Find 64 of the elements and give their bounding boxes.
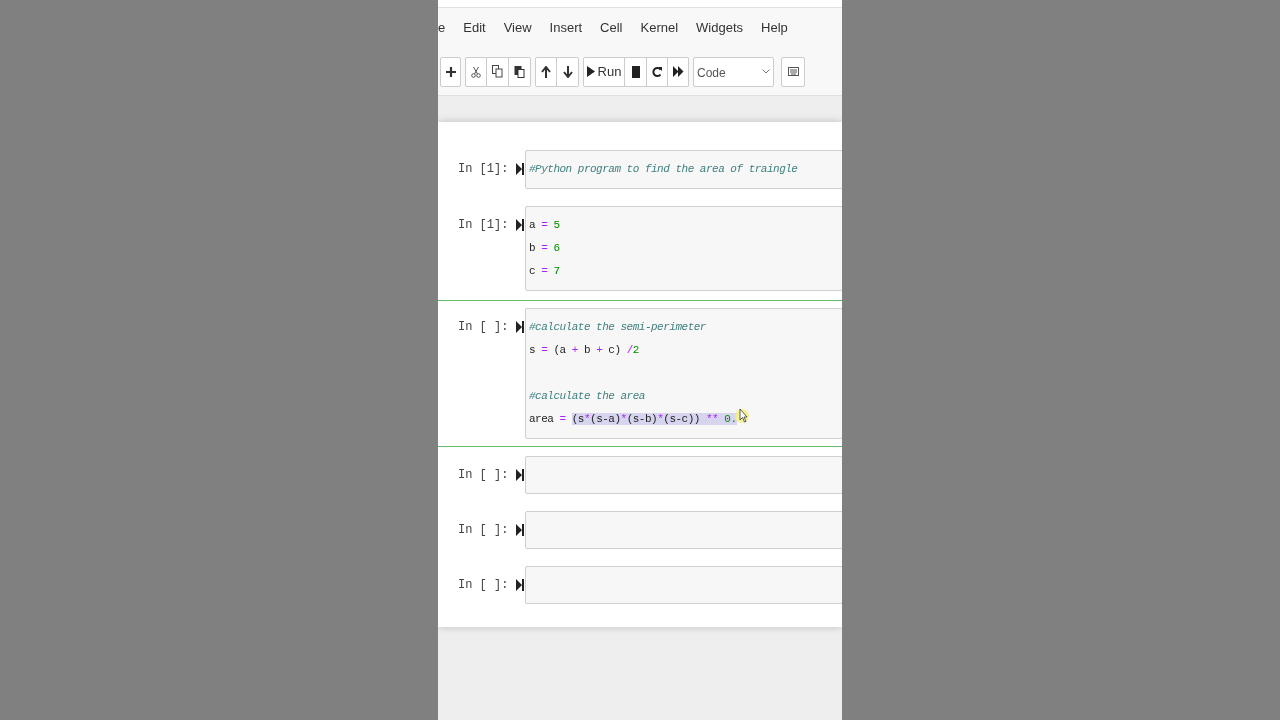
code-input[interactable]: [525, 456, 842, 494]
mouse-pointer-icon: [734, 406, 751, 425]
restart-button[interactable]: [647, 56, 668, 87]
paste-button[interactable]: [509, 56, 531, 87]
code-input[interactable]: [525, 511, 842, 549]
run-cell-icon[interactable]: [516, 321, 524, 333]
notebook-cell[interactable]: In [1]: #Python program to find the area of traingle: [438, 142, 842, 197]
code-line: c = 7: [529, 264, 560, 279]
input-prompt: In [1]:: [457, 217, 510, 234]
code-input[interactable]: [525, 566, 842, 604]
code-line: a = 5: [529, 218, 560, 233]
stop-icon: [631, 65, 640, 78]
run-cell-icon[interactable]: [516, 579, 524, 591]
insert-cell-button[interactable]: [440, 56, 461, 87]
input-prompt: In [ ]:: [457, 522, 510, 539]
run-cell-icon[interactable]: [516, 469, 524, 481]
notebook-cell[interactable]: In [ ]:: [438, 503, 842, 557]
cut-button[interactable]: [465, 56, 487, 87]
code-input[interactable]: #Python program to find the area of traingle: [525, 150, 842, 189]
fast-forward-icon: [672, 66, 684, 77]
fast-forward-button[interactable]: [668, 56, 689, 87]
paste-icon: [514, 65, 525, 78]
restart-icon: [652, 65, 662, 78]
arrow-down-icon: [562, 65, 573, 78]
input-prompt: In [ ]:: [457, 319, 510, 336]
run-button[interactable]: Run: [583, 56, 625, 87]
notebook-cell[interactable]: In [ ]:: [438, 448, 842, 502]
code-line: #calculate the semi-perimeter: [529, 320, 706, 335]
arrow-up-icon: [541, 65, 551, 78]
code-line: #Python program to find the area of traingle: [529, 162, 798, 177]
menu-item[interactable]: Widgets: [696, 18, 744, 38]
input-prompt: In [1]:: [457, 161, 510, 178]
notebook-cell[interactable]: In [ ]:: [438, 558, 842, 612]
menu-item[interactable]: e: [438, 18, 446, 38]
chevron-down-icon: [762, 69, 770, 74]
scissors-icon: [471, 65, 481, 78]
play-icon: [586, 66, 595, 77]
notebook-cell[interactable]: In [ ]: #calculate the semi-perimeter s = (a + b + c) /2 #calculate the area area = (s*(s-a)*(s-b)*(s-c)) ** 0.: [438, 300, 842, 447]
menu-item[interactable]: Kernel: [640, 18, 679, 38]
run-cell-icon[interactable]: [516, 219, 524, 231]
run-cell-icon[interactable]: [516, 524, 524, 536]
keyboard-icon: [787, 67, 799, 76]
code-line: s = (a + b + c) /2: [529, 343, 639, 358]
copy-icon: [492, 65, 503, 78]
code-line: #calculate the area: [529, 389, 645, 404]
menu-item[interactable]: Insert: [549, 18, 583, 38]
menu-item[interactable]: Edit: [463, 18, 486, 38]
copy-button[interactable]: [487, 56, 509, 87]
cell-type-dropdown[interactable]: Code: [693, 56, 774, 87]
menu-item[interactable]: View: [503, 18, 532, 38]
code-input[interactable]: a = 5 b = 6 c = 7: [525, 206, 842, 291]
menu-item[interactable]: Help: [761, 18, 788, 38]
input-prompt: In [ ]:: [457, 577, 510, 594]
code-line: b = 6: [529, 241, 560, 256]
keyboard-button[interactable]: [781, 56, 805, 87]
move-up-button[interactable]: [535, 56, 557, 87]
input-prompt: In [ ]:: [457, 467, 510, 484]
code-input[interactable]: #calculate the semi-perimeter s = (a + b + c) /2 #calculate the area area = (s*(s-a)*(s-b)*(s-c)) ** 0.: [525, 308, 842, 439]
menu-item[interactable]: Cell: [600, 18, 623, 38]
move-down-button[interactable]: [557, 56, 579, 87]
run-cell-icon[interactable]: [516, 163, 524, 175]
stop-button[interactable]: [625, 56, 647, 87]
notebook-cell[interactable]: In [1]: a = 5 b = 6 c = 7: [438, 198, 842, 299]
plus-icon: [445, 66, 456, 77]
